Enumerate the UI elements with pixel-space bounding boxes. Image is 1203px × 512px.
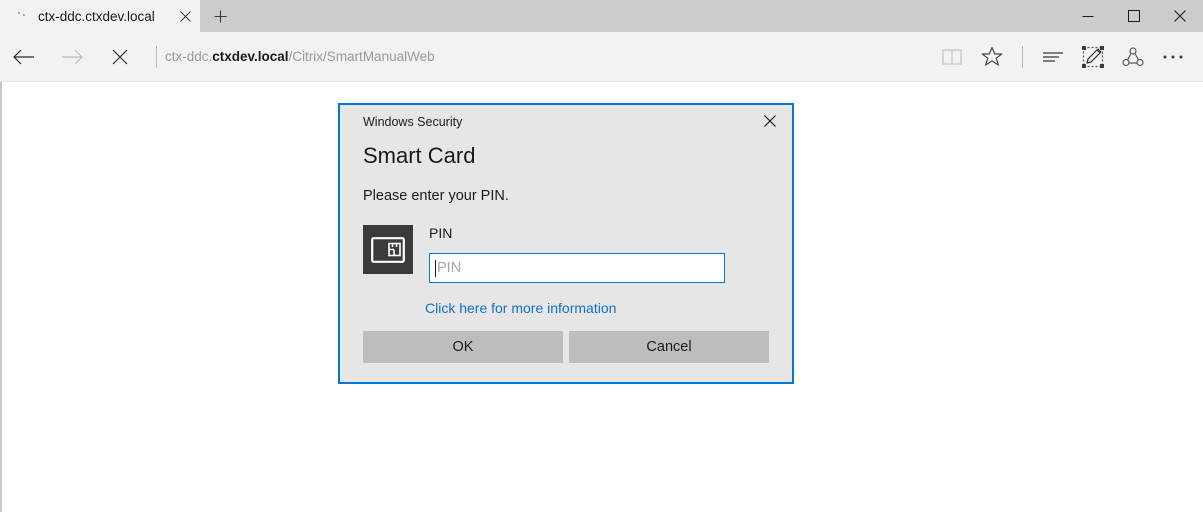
favorites-star-icon[interactable]: [972, 32, 1012, 81]
tab-close-icon[interactable]: [170, 0, 200, 32]
tab-strip: ctx-ddc.ctxdev.local: [0, 0, 1203, 32]
dialog-buttons: OK Cancel: [363, 331, 769, 363]
maximize-icon[interactable]: [1111, 0, 1157, 32]
more-information-link[interactable]: Click here for more information: [340, 300, 616, 316]
pin-input[interactable]: PIN: [429, 253, 725, 283]
share-icon[interactable]: [1113, 32, 1153, 81]
credential-fields: PIN PIN: [429, 225, 792, 283]
dialog-title: Smart Card: [363, 143, 476, 168]
reading-view-icon[interactable]: [932, 32, 972, 81]
text-caret: [435, 259, 436, 277]
new-tab-button[interactable]: [200, 0, 240, 32]
web-note-icon[interactable]: [1073, 32, 1113, 81]
page-content: Windows Security Smart Card Please enter…: [0, 81, 1203, 512]
forward-arrow-icon: [48, 32, 96, 81]
tab-title: ctx-ddc.ctxdev.local: [38, 8, 155, 24]
smart-card-icon: [363, 225, 413, 274]
toolbar-divider: [1022, 45, 1023, 68]
cancel-button[interactable]: Cancel: [569, 331, 769, 363]
url-domain: ctxdev.local: [212, 49, 289, 64]
more-icon[interactable]: [1153, 32, 1193, 81]
loading-dots-icon: [14, 8, 30, 24]
pin-placeholder: PIN: [437, 260, 462, 276]
navigation-bar: ctx-ddc.ctxdev.local/Citrix/SmartManualW…: [0, 32, 1203, 81]
browser-tab[interactable]: ctx-ddc.ctxdev.local: [0, 0, 200, 32]
credential-row: PIN PIN: [340, 225, 792, 283]
dialog-header: Windows Security: [340, 105, 792, 139]
windows-security-dialog: Windows Security Smart Card Please enter…: [338, 103, 794, 384]
ok-button[interactable]: OK: [363, 331, 563, 363]
hub-icon[interactable]: [1033, 32, 1073, 81]
back-arrow-icon[interactable]: [0, 32, 48, 81]
window-controls: [1065, 0, 1203, 32]
dialog-subtitle: Windows Security: [363, 115, 463, 129]
dialog-close-icon[interactable]: [752, 105, 788, 137]
address-bar[interactable]: ctx-ddc.ctxdev.local/Citrix/SmartManualW…: [165, 32, 932, 81]
window-close-icon[interactable]: [1157, 0, 1203, 32]
url-path: /Citrix/SmartManualWeb: [288, 49, 435, 64]
toolbar-divider: [156, 45, 157, 68]
url-prefix: ctx-ddc.: [165, 49, 213, 64]
dialog-description: Please enter your PIN.: [363, 188, 509, 204]
pin-label: PIN: [429, 225, 453, 241]
minimize-icon[interactable]: [1065, 0, 1111, 32]
page-left-edge: [0, 82, 2, 512]
browser-window: ctx-ddc.ctxdev.local ctx-ddc.ctxdev.loca…: [0, 0, 1203, 512]
browser-toolbar: [932, 32, 1203, 81]
stop-icon[interactable]: [96, 32, 144, 81]
